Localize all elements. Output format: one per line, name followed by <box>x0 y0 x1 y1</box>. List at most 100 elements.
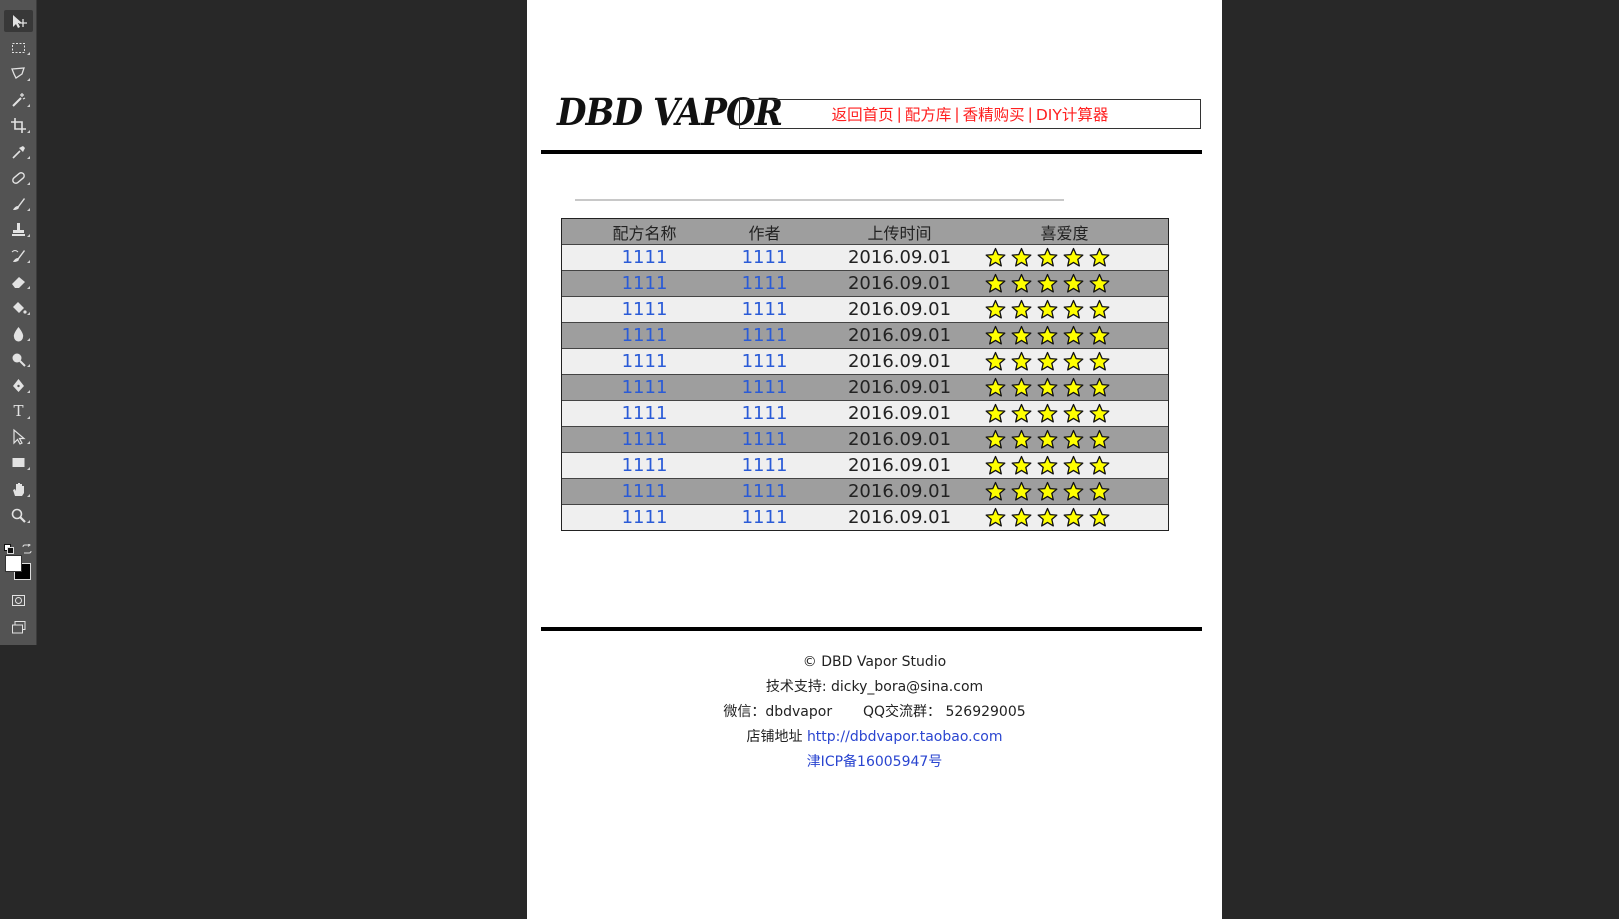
recipe-name-link[interactable]: 1111 <box>582 375 707 400</box>
star-icon <box>1037 351 1058 371</box>
author-link[interactable]: 1111 <box>707 245 822 270</box>
star-icon <box>1089 455 1110 475</box>
star-icon <box>1089 429 1110 449</box>
eyedropper-tool[interactable] <box>4 140 33 162</box>
rating-stars <box>977 505 1152 530</box>
star-icon <box>1089 403 1110 423</box>
author-link[interactable]: 1111 <box>707 505 822 530</box>
nav-link-2[interactable]: 配方库 <box>905 103 952 125</box>
author-link[interactable]: 1111 <box>707 427 822 452</box>
recipe-name-link[interactable]: 1111 <box>582 245 707 270</box>
recipe-name-link[interactable]: 1111 <box>582 427 707 452</box>
author-link[interactable]: 1111 <box>707 375 822 400</box>
author-link[interactable]: 1111 <box>707 297 822 322</box>
star-icon <box>1089 507 1110 527</box>
star-icon <box>985 455 1006 475</box>
rectangle-icon <box>12 457 25 467</box>
water-drop-icon <box>13 326 24 341</box>
magic-wand-tool[interactable] <box>4 88 33 110</box>
star-icon <box>1063 299 1084 319</box>
zoom-tool[interactable] <box>4 504 33 526</box>
section-divider <box>575 199 1064 201</box>
star-icon <box>1063 455 1084 475</box>
path-selection-tool[interactable] <box>4 425 33 447</box>
default-colors-icon[interactable] <box>4 539 14 554</box>
author-link[interactable]: 1111 <box>707 453 822 478</box>
arrow-pointer-icon <box>13 428 26 445</box>
recipe-name-link[interactable]: 1111 <box>582 349 707 374</box>
lasso-tool[interactable] <box>4 62 33 84</box>
marquee-tool[interactable] <box>4 36 33 58</box>
recipe-name-link[interactable]: 1111 <box>582 453 707 478</box>
clone-stamp-tool[interactable] <box>4 218 33 240</box>
star-icon <box>1063 481 1084 501</box>
star-icon <box>1011 325 1032 345</box>
recipe-name-link[interactable]: 1111 <box>582 401 707 426</box>
recipe-name-link[interactable]: 1111 <box>582 479 707 504</box>
nav-link-4[interactable]: DIY计算器 <box>1036 103 1108 125</box>
swap-colors-icon[interactable] <box>22 539 32 554</box>
footer: © DBD Vapor Studio 技术支持: dicky_bora@sina… <box>527 650 1222 775</box>
quick-mask-button[interactable] <box>4 589 33 611</box>
star-icon <box>1011 377 1032 397</box>
star-icon <box>1011 247 1032 267</box>
upload-date: 2016.09.01 <box>847 507 952 528</box>
star-icon <box>985 273 1006 293</box>
author-link[interactable]: 1111 <box>707 401 822 426</box>
recipe-name-link[interactable]: 1111 <box>582 297 707 322</box>
star-icon <box>1089 247 1110 267</box>
recipe-name-link[interactable]: 1111 <box>582 323 707 348</box>
author-link[interactable]: 1111 <box>707 479 822 504</box>
star-icon <box>985 429 1006 449</box>
rating-stars <box>977 453 1152 478</box>
header-rating: 喜爱度 <box>1040 223 1089 243</box>
header-recipe-name: 配方名称 <box>612 223 677 243</box>
author-link[interactable]: 1111 <box>707 349 822 374</box>
crop-tool[interactable] <box>4 114 33 136</box>
brush-tool[interactable] <box>4 192 33 214</box>
header-divider <box>541 150 1202 154</box>
icp-line: 津ICP备16005947号 <box>527 750 1222 775</box>
upload-date: 2016.09.01 <box>847 351 952 372</box>
paint-bucket-tool[interactable] <box>4 296 33 318</box>
nav-link-3[interactable]: 香精购买 <box>963 103 1025 125</box>
star-icon <box>985 403 1006 423</box>
star-icon <box>1011 273 1032 293</box>
hand-icon <box>13 482 24 496</box>
blur-tool[interactable] <box>4 322 33 344</box>
star-icon <box>1089 299 1110 319</box>
star-icon <box>1037 377 1058 397</box>
star-icon <box>1011 481 1032 501</box>
recipe-name-link[interactable]: 1111 <box>582 505 707 530</box>
star-icon <box>985 377 1006 397</box>
pen-tool[interactable] <box>4 374 33 396</box>
table-row: 1111 1111 2016.09.01 <box>562 348 1168 374</box>
dodge-icon <box>12 353 26 367</box>
history-brush-tool[interactable] <box>4 244 33 266</box>
foreground-color-swatch[interactable] <box>5 555 22 572</box>
hand-tool[interactable] <box>4 478 33 500</box>
move-tool[interactable] <box>4 10 33 32</box>
upload-date: 2016.09.01 <box>847 377 952 398</box>
healing-brush-tool[interactable] <box>4 166 33 188</box>
star-icon <box>1037 325 1058 345</box>
shop-link[interactable]: http://dbdvapor.taobao.com <box>807 729 1003 745</box>
author-link[interactable]: 1111 <box>707 323 822 348</box>
recipe-name-link[interactable]: 1111 <box>582 271 707 296</box>
rating-stars <box>977 297 1152 322</box>
icp-link[interactable]: 津ICP备16005947号 <box>807 754 943 770</box>
star-icon <box>1037 455 1058 475</box>
rectangle-tool[interactable] <box>4 451 33 473</box>
shop-label: 店铺地址 <box>746 729 803 745</box>
nav-link-1[interactable]: 返回首页 <box>832 103 894 125</box>
quick-mask-icon <box>12 594 25 606</box>
screen-mode-button[interactable] <box>4 616 33 638</box>
type-tool[interactable]: T <box>4 400 33 422</box>
star-icon <box>1011 429 1032 449</box>
dodge-tool[interactable] <box>4 348 33 370</box>
table-row: 1111 1111 2016.09.01 <box>562 400 1168 426</box>
eraser-tool[interactable] <box>4 270 33 292</box>
footer-divider <box>541 627 1202 631</box>
star-icon <box>1011 299 1032 319</box>
author-link[interactable]: 1111 <box>707 271 822 296</box>
